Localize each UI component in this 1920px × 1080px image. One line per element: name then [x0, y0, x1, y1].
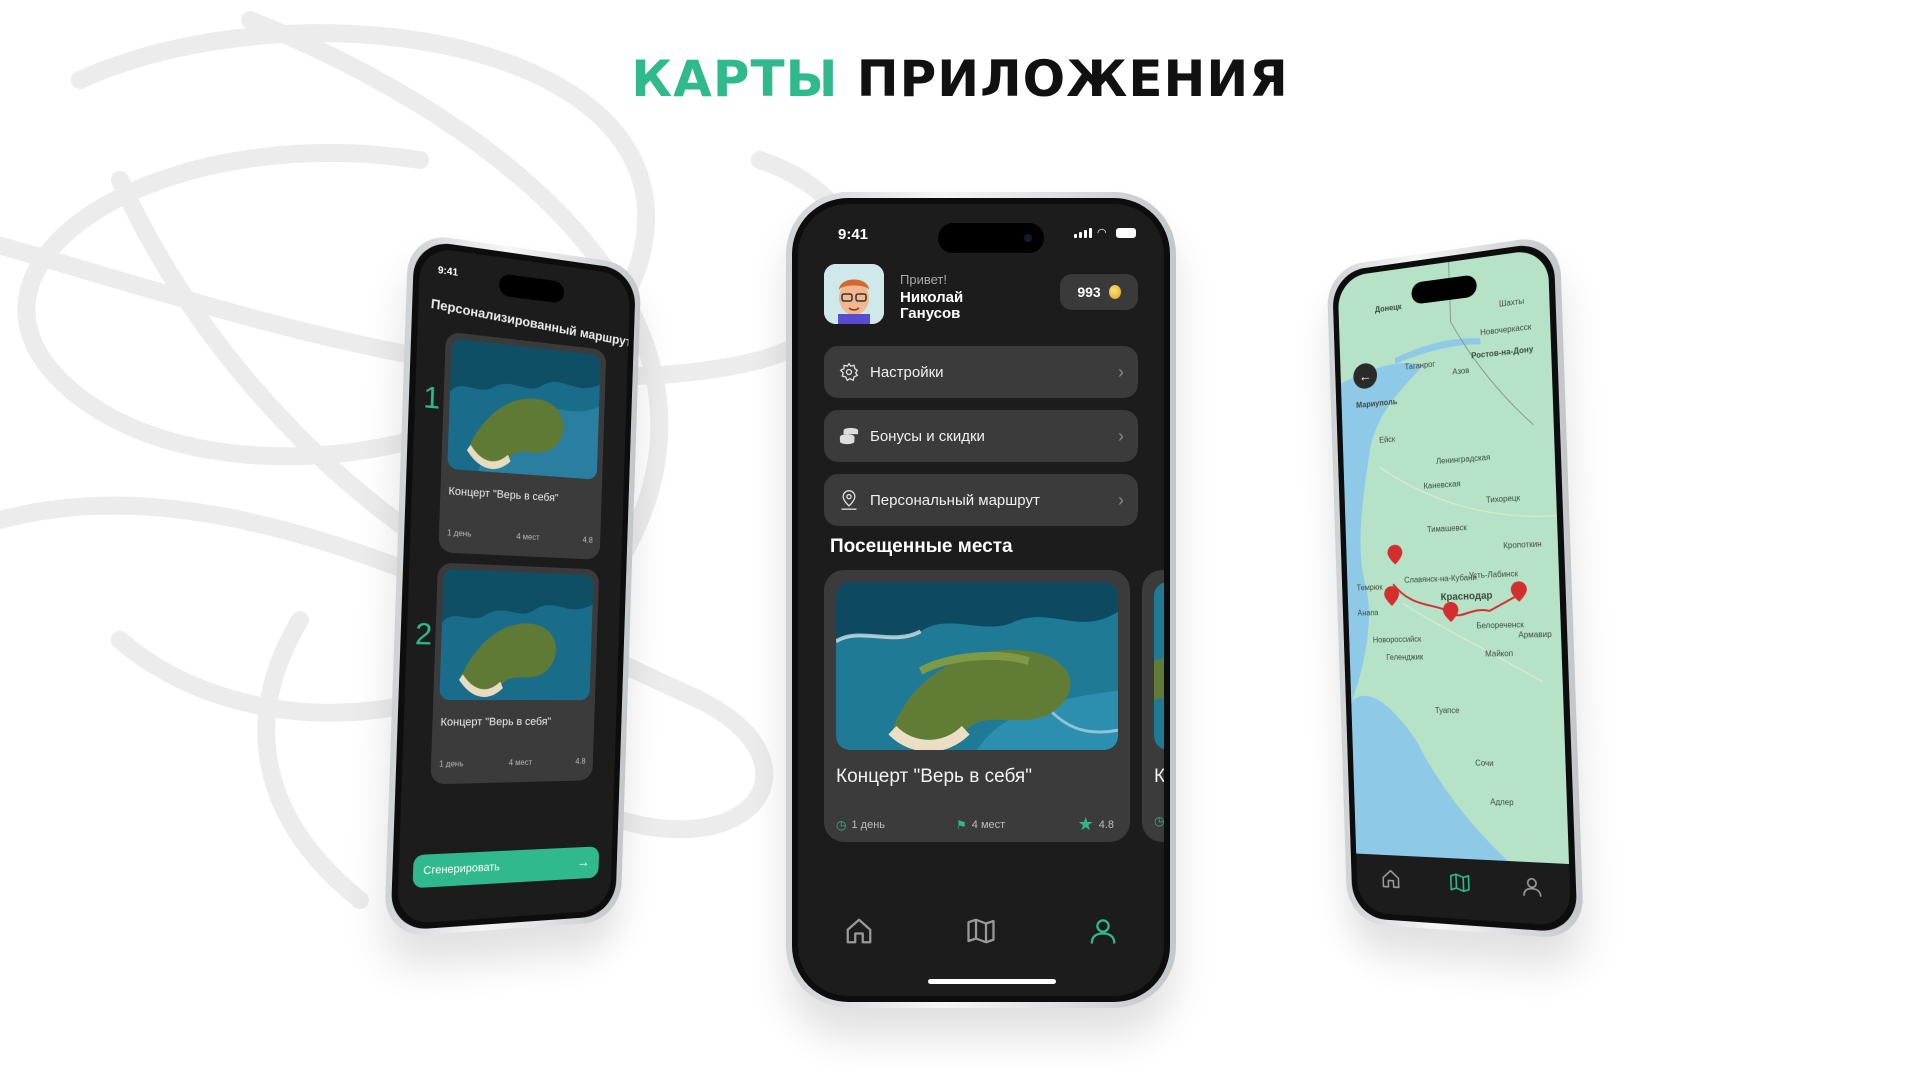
- route-card-title: Концерт "Верь в себя": [448, 485, 559, 505]
- home-indicator: [928, 979, 1056, 984]
- coins-count: 993: [1077, 284, 1101, 300]
- tab-map[interactable]: [1440, 862, 1480, 904]
- center-phone: 9:41 ◠ Привет! Николай Ганусов 993 Настр…: [786, 192, 1176, 1008]
- map-label: Ейск: [1379, 434, 1396, 445]
- title-part-accent: КАРТЫ: [631, 50, 839, 108]
- map-view[interactable]: Донецк Шахты Новочеркасск Ростов-на-Дону…: [1337, 248, 1570, 865]
- wifi-icon: ◠: [1097, 227, 1107, 239]
- duration-label: 1 день: [438, 759, 464, 769]
- map-label: Краснодар: [1440, 590, 1493, 604]
- place-photo: [1154, 582, 1164, 750]
- page-title: КАРТЫ ПРИЛОЖЕНИЯ: [0, 50, 1920, 108]
- map-label: Майкоп: [1485, 648, 1514, 659]
- gear-icon: [838, 361, 860, 383]
- place-title: Ко: [1154, 766, 1164, 787]
- tab-bar: [1356, 857, 1570, 909]
- status-time: 9:41: [437, 264, 459, 279]
- map-label: Сочи: [1475, 758, 1494, 768]
- place-title: Концерт "Верь в себя": [836, 766, 1032, 787]
- menu-item-bonuses[interactable]: Бонусы и скидки ›: [824, 410, 1138, 462]
- map-pin-icon: [838, 489, 860, 511]
- menu-item-label: Бонусы и скидки: [870, 427, 985, 445]
- status-time: 9:41: [838, 226, 869, 243]
- map-label: Белореченск: [1476, 620, 1524, 631]
- route-step-number: 1: [422, 380, 441, 416]
- menu-item-personal-route[interactable]: Персональный маршрут ›: [824, 474, 1138, 526]
- clock-icon: ◷: [836, 817, 847, 832]
- signal-icon: [1074, 228, 1092, 238]
- generate-button[interactable]: Сгенерировать →: [412, 846, 600, 889]
- coin-icon: [1108, 285, 1121, 299]
- duration-label: 1 день: [446, 528, 472, 539]
- avatar[interactable]: [824, 264, 884, 324]
- places-label: 4 мест: [971, 818, 1006, 831]
- user-icon: [1090, 919, 1116, 944]
- map-icon: [1449, 871, 1471, 894]
- route-card[interactable]: Концерт "Верь в себя" 1 день 4 мест 4.8: [438, 331, 607, 560]
- arrow-left-icon: ←: [1358, 367, 1372, 385]
- rating-label: 4.8: [1098, 818, 1114, 831]
- places-label: 4 мест: [516, 531, 540, 543]
- title-part-main: ПРИЛОЖЕНИЯ: [856, 50, 1289, 108]
- place-photo: [447, 338, 601, 480]
- chevron-right-icon: ›: [1118, 426, 1124, 446]
- menu-item-label: Персональный маршрут: [870, 491, 1040, 509]
- profile-header: Привет! Николай Ганусов 993: [824, 264, 1138, 324]
- rating-label: 4.8: [575, 756, 586, 766]
- map-label: Анапа: [1357, 608, 1379, 618]
- map-screen: Донецк Шахты Новочеркасск Ростов-на-Дону…: [1337, 248, 1572, 927]
- map-label: Новороссийск: [1372, 634, 1422, 645]
- map-label: Кропоткин: [1503, 539, 1542, 551]
- menu-item-label: Настройки: [870, 363, 944, 381]
- arrow-right-icon: →: [576, 853, 590, 870]
- flag-icon: ⚑: [956, 817, 967, 832]
- route-card-title: Концерт "Верь в себя": [440, 715, 552, 729]
- dynamic-island: [498, 273, 565, 304]
- map-label: Адлер: [1490, 797, 1514, 808]
- star-icon: ★: [1077, 814, 1094, 834]
- route-card[interactable]: Концерт "Верь в себя" 1 день 4 мест 4.8: [430, 562, 600, 785]
- route-step-number: 2: [414, 617, 433, 652]
- tab-profile[interactable]: [1512, 865, 1554, 908]
- map-label: Армавир: [1518, 629, 1552, 640]
- map-label: Азов: [1452, 365, 1470, 377]
- coins-balance[interactable]: 993: [1060, 274, 1138, 310]
- greeting: Привет!: [900, 272, 947, 287]
- tab-map[interactable]: [961, 911, 1001, 951]
- map-label: Темрюк: [1356, 582, 1383, 593]
- coins-icon: [838, 425, 860, 447]
- place-photo: [836, 582, 1118, 750]
- home-icon: [846, 918, 872, 944]
- generate-button-label: Сгенерировать: [423, 861, 501, 878]
- rating-label: 4.8: [582, 535, 593, 545]
- clock-icon: ◷: [1154, 814, 1164, 828]
- chevron-right-icon: ›: [1118, 362, 1124, 382]
- map-icon: [967, 918, 995, 944]
- visited-place-card[interactable]: Концерт "Верь в себя" ◷ 1 день ⚑ 4 мест …: [824, 570, 1130, 842]
- tab-bar: [798, 906, 1164, 956]
- status-icons: ◠: [1074, 227, 1136, 239]
- tab-home[interactable]: [1371, 858, 1409, 899]
- places-label: 4 мест: [508, 757, 533, 768]
- tab-home[interactable]: [839, 911, 879, 951]
- right-phone: Донецк Шахты Новочеркасск Ростов-на-Дону…: [1326, 233, 1585, 940]
- visited-places-title: Посещенные места: [830, 536, 1013, 557]
- menu-item-settings[interactable]: Настройки ›: [824, 346, 1138, 398]
- dynamic-island: [938, 223, 1044, 253]
- tab-profile[interactable]: [1083, 911, 1123, 951]
- map-label: Геленджик: [1386, 652, 1424, 662]
- visited-place-card[interactable]: Ко ◷ 1: [1142, 570, 1164, 842]
- map-label: Туапсе: [1434, 706, 1460, 716]
- user-icon: [1521, 875, 1544, 899]
- place-photo: [439, 568, 594, 701]
- user-name: Николай Ганусов: [900, 289, 964, 322]
- home-icon: [1380, 867, 1401, 890]
- chevron-right-icon: ›: [1118, 490, 1124, 510]
- battery-icon: [1116, 228, 1136, 238]
- left-phone-screen: 9:41 Персонализированный маршрут 1 Конце…: [396, 246, 631, 925]
- map-label: Усть-Лабинск: [1468, 569, 1519, 581]
- left-phone: 9:41 Персонализированный маршрут 1 Конце…: [383, 231, 642, 938]
- duration-label: 1 день: [851, 818, 885, 831]
- profile-screen: 9:41 ◠ Привет! Николай Ганусов 993 Настр…: [798, 204, 1164, 996]
